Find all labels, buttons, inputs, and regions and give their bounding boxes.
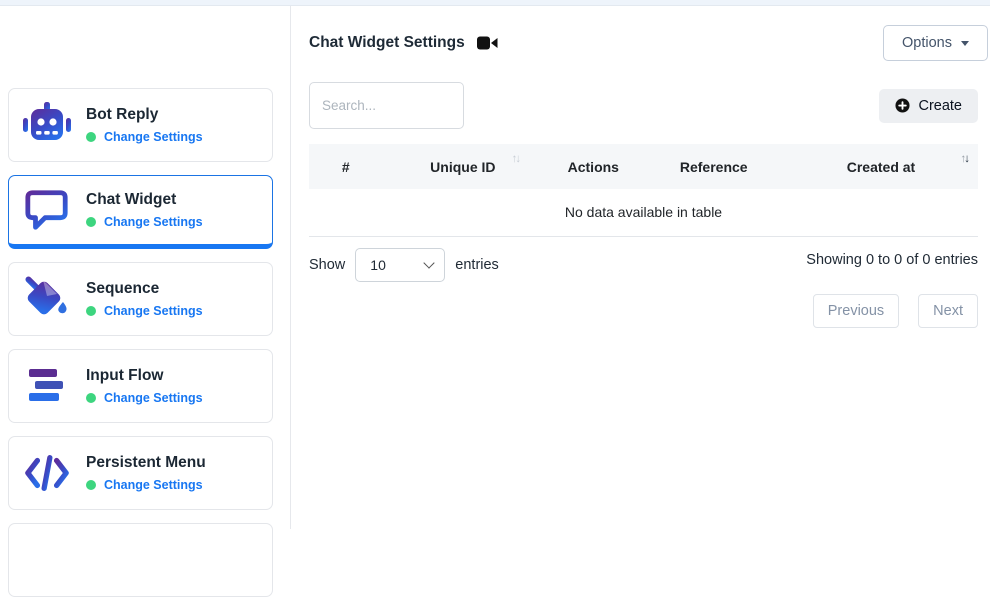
sidebar-card-bot-reply[interactable]: Bot Reply Change Settings <box>8 88 273 162</box>
card-title: Sequence <box>86 280 203 298</box>
page-title: Chat Widget Settings <box>309 34 465 52</box>
previous-button[interactable]: Previous <box>813 294 899 328</box>
column-header-reference: Reference <box>643 144 783 189</box>
sort-icon: ↑↓ <box>961 153 969 165</box>
empty-message: No data available in table <box>309 189 978 237</box>
table-empty-row: No data available in table <box>309 189 978 237</box>
change-settings-link[interactable]: Change Settings <box>104 391 203 405</box>
table-info: Showing 0 to 0 of 0 entries <box>806 252 978 282</box>
plus-circle-icon <box>895 98 910 113</box>
data-table: # Unique ID ↑↓ Actions Reference Created… <box>309 144 978 237</box>
change-settings-link[interactable]: Change Settings <box>104 215 203 229</box>
entries-label: entries <box>455 257 499 273</box>
search-input[interactable] <box>309 82 464 129</box>
sort-icon: ↑↓ <box>512 153 520 165</box>
column-header-created-at[interactable]: Created at ↑↓ <box>784 144 978 189</box>
paint-bucket-icon <box>23 276 71 322</box>
status-dot <box>86 217 96 227</box>
sidebar-card-persistent-menu[interactable]: Persistent Menu Change Settings <box>8 436 273 510</box>
next-button[interactable]: Next <box>918 294 978 328</box>
column-header-actions: Actions <box>543 144 643 189</box>
change-settings-link[interactable]: Change Settings <box>104 478 203 492</box>
sidebar-card-input-flow[interactable]: Input Flow Change Settings <box>8 349 273 423</box>
change-settings-link[interactable]: Change Settings <box>104 304 203 318</box>
chevron-down-icon <box>961 41 969 46</box>
chat-bubble-icon <box>23 188 71 232</box>
page-length-select[interactable]: 10 <box>355 248 445 282</box>
options-button[interactable]: Options <box>883 25 988 61</box>
status-dot <box>86 306 96 316</box>
status-dot <box>86 132 96 142</box>
card-title: Bot Reply <box>86 106 203 124</box>
bars-icon <box>23 366 71 406</box>
column-header-index: # <box>309 144 383 189</box>
create-button[interactable]: Create <box>879 89 978 123</box>
column-header-unique-id[interactable]: Unique ID ↑↓ <box>383 144 544 189</box>
change-settings-link[interactable]: Change Settings <box>104 130 203 144</box>
sidebar: Bot Reply Change Settings Chat Widget Ch… <box>0 6 291 529</box>
card-title: Persistent Menu <box>86 454 206 472</box>
code-icon <box>23 452 71 494</box>
main-content: Chat Widget Settings Options <box>291 6 990 529</box>
video-camera-icon <box>477 35 498 51</box>
sidebar-card-sequence[interactable]: Sequence Change Settings <box>8 262 273 336</box>
sidebar-logo-area <box>0 6 290 88</box>
sidebar-card-partial[interactable] <box>8 523 273 597</box>
card-title: Chat Widget <box>86 191 203 209</box>
card-title: Input Flow <box>86 367 203 385</box>
robot-icon <box>23 102 71 148</box>
status-dot <box>86 480 96 490</box>
show-label: Show <box>309 257 345 273</box>
sidebar-card-chat-widget[interactable]: Chat Widget Change Settings <box>8 175 273 249</box>
status-dot <box>86 393 96 403</box>
